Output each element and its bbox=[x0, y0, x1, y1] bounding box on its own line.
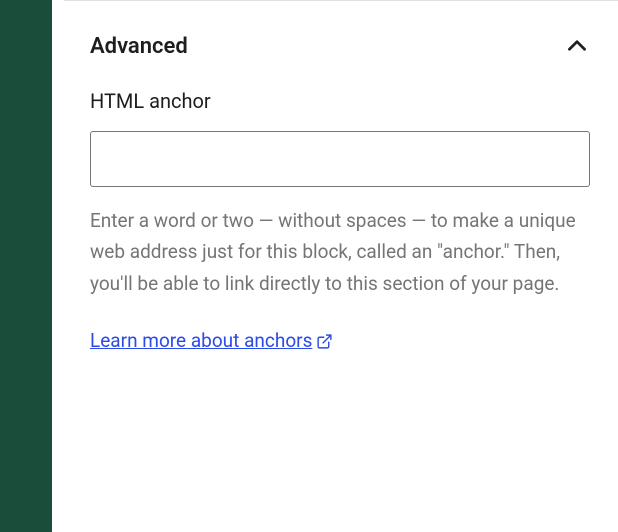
link-text: Learn more about anchors bbox=[90, 329, 312, 352]
panel-title: Advanced bbox=[90, 34, 188, 59]
external-link-icon bbox=[316, 333, 333, 350]
html-anchor-help: Enter a word or two — without spaces — t… bbox=[90, 205, 590, 299]
settings-panel: Advanced HTML anchor Enter a word or two… bbox=[52, 0, 618, 532]
chevron-up-icon[interactable] bbox=[564, 33, 590, 59]
sidebar-accent bbox=[0, 0, 52, 532]
panel-header-advanced[interactable]: Advanced bbox=[90, 33, 590, 59]
html-anchor-input[interactable] bbox=[90, 131, 590, 187]
html-anchor-label: HTML anchor bbox=[90, 89, 590, 113]
learn-more-anchors-link[interactable]: Learn more about anchors bbox=[90, 329, 333, 352]
